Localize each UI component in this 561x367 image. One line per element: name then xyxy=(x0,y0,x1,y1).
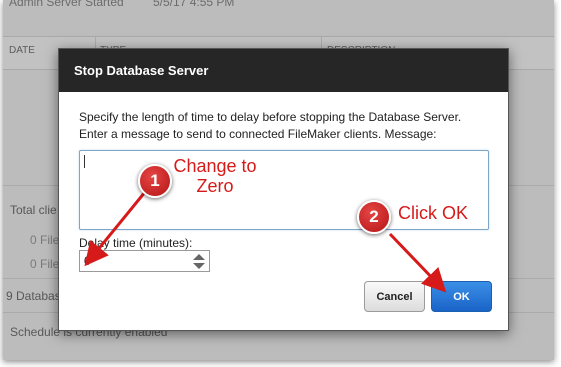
admin-server-row: Admin Server Started 5/5/17 4:55 PM xyxy=(3,0,554,14)
description-line-1: Specify the length of time to delay befo… xyxy=(79,110,462,124)
stepper-down-icon[interactable] xyxy=(191,261,207,270)
cancel-button[interactable]: Cancel xyxy=(364,281,425,312)
delay-time-label: Delay time (minutes): xyxy=(79,236,193,250)
total-clients-label: Total clie xyxy=(10,203,57,217)
delay-time-value: 0 xyxy=(84,254,91,268)
step-2-note: Click OK xyxy=(398,203,469,223)
databases-label: 9 Databas xyxy=(6,289,61,303)
stop-database-server-dialog: Stop Database Server Specify the length … xyxy=(58,48,509,331)
text-caret xyxy=(84,155,85,168)
step-1-badge: 1 xyxy=(138,164,172,198)
stepper-up-icon[interactable] xyxy=(191,252,207,261)
screenshot-frame: Admin Server Started 5/5/17 4:55 PM DATE… xyxy=(3,0,554,360)
delay-stepper[interactable] xyxy=(191,252,207,270)
dialog-description: Specify the length of time to delay befo… xyxy=(79,109,499,143)
step-1-line-1: Change to xyxy=(173,156,257,176)
admin-server-value: 5/5/17 4:55 PM xyxy=(153,0,235,9)
description-line-2: Enter a message to send to connected Fil… xyxy=(79,127,437,141)
step-1-note: Change to Zero xyxy=(170,156,260,196)
file-row-2: 0 File xyxy=(30,257,60,271)
delay-time-input[interactable]: 0 xyxy=(79,250,210,272)
ok-button[interactable]: OK xyxy=(431,281,492,312)
step-2-badge: 2 xyxy=(357,200,391,234)
step-1-line-2: Zero xyxy=(196,176,234,196)
dialog-title: Stop Database Server xyxy=(59,49,508,92)
file-row-1: 0 File xyxy=(30,233,60,247)
admin-server-label: Admin Server Started xyxy=(9,0,124,9)
column-date[interactable]: DATE xyxy=(9,45,35,56)
